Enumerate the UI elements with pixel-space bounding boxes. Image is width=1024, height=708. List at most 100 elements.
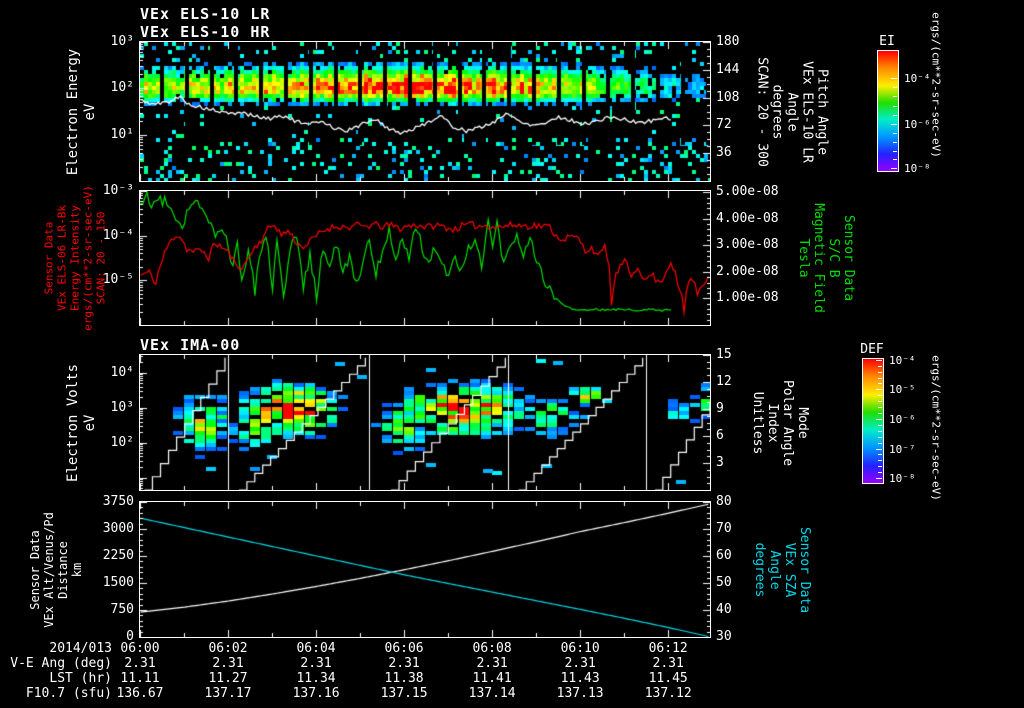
y-axis-tick-label-right: 6 <box>716 428 724 443</box>
axis-label-els-left: Electron Energy eV <box>65 48 98 175</box>
y-axis-tick-label-right: 4.00e-08 <box>716 210 779 226</box>
bottom-row-value: 2.31 <box>300 656 332 671</box>
colorbar-minor-tick <box>893 114 897 116</box>
colorbar-tick-label: 10⁻⁶ <box>889 412 916 426</box>
bottom-row-value: 11.34 <box>296 671 336 686</box>
time-tick-label: 06:02 <box>208 641 248 656</box>
els-spectrogram-panel <box>139 41 711 182</box>
colorbar-minor-tick <box>893 159 897 161</box>
colorbar-tick-mark <box>876 418 882 420</box>
colorbar-minor-tick <box>878 442 882 444</box>
y-axis-tick-label-right: 1.00e-08 <box>716 290 779 306</box>
bottom-row-value: 137.13 <box>556 686 604 701</box>
y-axis-tick-label-left: 10³ <box>110 34 134 49</box>
axis-label-alt_sza-right: Sensor Data VEx SZA Angle degrees <box>752 526 812 613</box>
bottom-row-value: 2.31 <box>388 656 420 671</box>
y-axis-tick-label-right: 180 <box>716 34 740 49</box>
colorbar-unit-label: ergs/(cm**2-sr-sec-eV) <box>929 12 943 158</box>
colorbar-minor-tick <box>878 424 882 426</box>
y-axis-tick-label-right: 15 <box>716 347 732 362</box>
colorbar-tick-label: 10⁻⁷ <box>889 442 916 456</box>
bottom-row-label: V-E Ang (deg) <box>10 656 112 671</box>
bottom-row-label: LST (hr) <box>49 671 112 686</box>
colorbar-minor-tick <box>878 430 882 432</box>
colorbar-minor-tick <box>893 141 897 143</box>
colorbar-minor-tick <box>878 406 882 408</box>
bottom-row-value: 2.31 <box>652 656 684 671</box>
colorbar-title-def: DEF <box>860 342 884 357</box>
bottom-row-value: 137.17 <box>204 686 252 701</box>
intensity-b-canvas <box>140 191 710 325</box>
time-tick-label: 06:00 <box>120 641 160 656</box>
axis-label-ima-right: Mode Polar Angle Index Unitless <box>750 379 810 466</box>
colorbar-tick-mark <box>891 168 897 170</box>
colorbar-minor-tick <box>878 466 882 468</box>
axis-label-intensity_b-right: Sensor Data S/C B Magnetic Field Tesla <box>796 203 856 313</box>
colorbar-tick-label: 10⁻⁴ <box>904 71 931 85</box>
time-tick-label: 06:06 <box>384 641 424 656</box>
colorbar-minor-tick <box>878 412 882 414</box>
y-axis-tick-label-right: 80 <box>716 494 732 509</box>
colorbar-minor-tick <box>893 132 897 134</box>
y-axis-tick-label-right: 30 <box>716 629 732 644</box>
y-axis-tick-label-right: 9 <box>716 401 724 416</box>
axis-label-ima-left: Electron Volts eV <box>65 363 98 482</box>
colorbar-minor-tick <box>878 472 882 474</box>
axis-label-els-right: Pitch Angle VEx ELS-10 LR Angle degrees … <box>754 56 830 167</box>
time-tick-label: 06:04 <box>296 641 336 656</box>
colorbar-tick-mark <box>876 360 882 362</box>
colorbar-minor-tick <box>893 96 897 98</box>
vex-science-data-display: VEx ELS-10 LR VEx ELS-10 HR VEx IMA-00 1… <box>0 0 1024 708</box>
bottom-row-value: 11.45 <box>648 671 688 686</box>
y-axis-tick-label-right: 3.00e-08 <box>716 237 779 253</box>
bottom-row-value: 2.31 <box>212 656 244 671</box>
colorbar-minor-tick <box>878 436 882 438</box>
alt-sza-panel <box>139 501 711 638</box>
bottom-row-value: 2.31 <box>476 656 508 671</box>
colorbar-tick-label: 10⁻⁶ <box>904 118 931 132</box>
bottom-row-value: 137.12 <box>644 686 692 701</box>
colorbar-minor-tick <box>878 371 882 373</box>
colorbar-minor-tick <box>878 383 882 385</box>
colorbar-unit-label: ergs/(cm**2-sr-sec-eV) <box>929 355 943 501</box>
y-axis-tick-label-right: 144 <box>716 61 740 77</box>
bottom-row-value: 11.41 <box>472 671 512 686</box>
colorbar-tick-label: 10⁻⁴ <box>889 354 916 368</box>
colorbar-tick-mark <box>891 77 897 79</box>
bottom-row-value: 11.43 <box>560 671 600 686</box>
colorbar-minor-tick <box>878 454 882 456</box>
intensity-b-panel <box>139 190 711 326</box>
colorbar-minor-tick <box>893 87 897 89</box>
bottom-row-value: 136.67 <box>116 686 164 701</box>
y-axis-tick-label-right: 60 <box>716 548 732 563</box>
y-axis-tick-label-right: 72 <box>716 117 732 133</box>
colorbar-minor-tick <box>878 377 882 379</box>
colorbar-minor-tick <box>878 400 882 402</box>
axis-label-alt_sza-left: Sensor Data VEx Alt/Venus/Pd Distance km <box>28 511 84 628</box>
colorbar-tick-mark <box>876 448 882 450</box>
colorbar-tick-label: 10⁻⁸ <box>889 472 916 486</box>
colorbar-title-ei: EI <box>879 34 895 49</box>
colorbar-minor-tick <box>878 366 882 368</box>
panel-title-els-lr: VEx ELS-10 LR <box>140 5 271 23</box>
colorbar-minor-tick <box>893 150 897 152</box>
y-axis-tick-label-right: 3 <box>716 455 724 470</box>
bottom-row-value: 2.31 <box>124 656 156 671</box>
y-axis-tick-label-right: 36 <box>716 145 732 161</box>
panel-title-ima: VEx IMA-00 <box>140 336 241 354</box>
colorbar-minor-tick <box>878 460 882 462</box>
colorbar-minor-tick <box>878 394 882 396</box>
y-axis-tick-label-left: 3750 <box>102 494 134 509</box>
y-axis-tick-label-right: 40 <box>716 602 732 617</box>
colorbar-tick-mark <box>876 478 882 480</box>
y-axis-tick-label-right: 2.00e-08 <box>716 263 779 279</box>
y-axis-tick-label-right: 108 <box>716 89 740 105</box>
y-axis-tick-label-right: 5.00e-08 <box>716 184 779 200</box>
colorbar-minor-tick <box>893 105 897 107</box>
colorbar-tick-label: 10⁻⁵ <box>889 383 916 396</box>
bottom-row-label: 2014/013 <box>49 641 112 656</box>
bottom-row-value: 137.16 <box>292 686 340 701</box>
colorbar-tick-mark <box>891 124 897 126</box>
time-tick-label: 06:12 <box>648 641 688 656</box>
bottom-row-value: 137.14 <box>468 686 516 701</box>
